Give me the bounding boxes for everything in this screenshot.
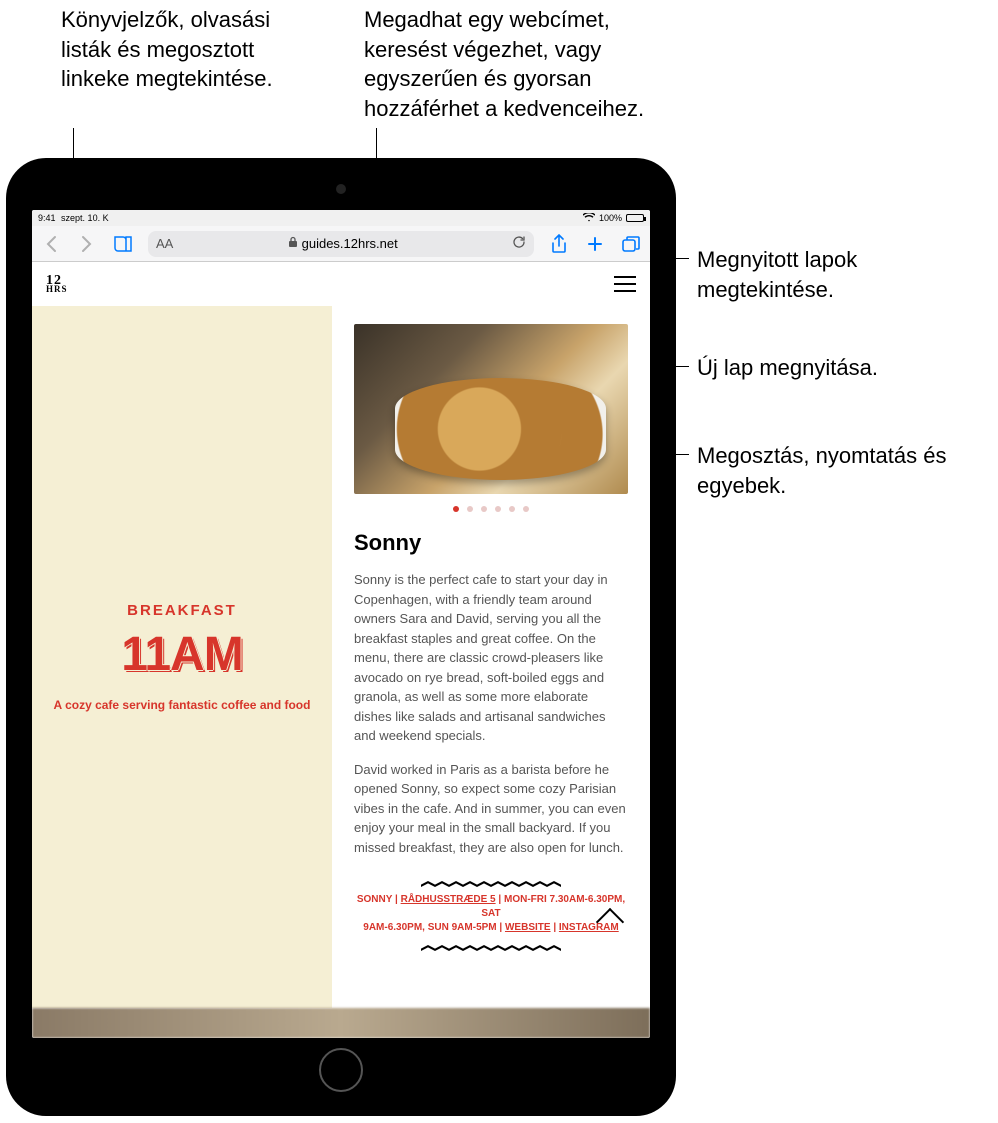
carousel-dots[interactable] [354,506,628,512]
address-link[interactable]: RÅDHUSSTRÆDE 5 [401,894,496,905]
info-line-2: 9AM-6.30PM, SUN 9AM-5PM | WEBSITE | INST… [354,921,628,935]
hamburger-menu-icon[interactable] [614,276,636,292]
info-line-1: SONNY | RÅDHUSSTRÆDE 5 | MON-FRI 7.30AM-… [354,893,628,921]
tabs-button[interactable] [620,233,642,255]
status-date: szept. 10. K [61,213,109,223]
callout-bookmarks: Könyvjelzők, olvasási listák és megoszto… [61,5,321,94]
breakfast-time: 11AM [121,627,242,682]
website-link[interactable]: WEBSITE [505,922,551,933]
left-pane: BREAKFAST 11AM A cozy cafe serving fanta… [32,306,332,1008]
lock-icon [288,236,298,251]
forward-button[interactable] [76,233,98,255]
bottom-image-strip [32,1008,650,1038]
back-button[interactable] [40,233,62,255]
webpage: 12 HRS BREAKFAST 11AM A cozy cafe servin… [32,262,650,1038]
site-logo[interactable]: 12 HRS [46,275,68,293]
status-bar: 9:41 szept. 10. K 100% [32,210,650,226]
address-bar[interactable]: AA guides.12hrs.net [148,231,534,257]
breakfast-sub: A cozy cafe serving fantastic coffee and… [54,698,311,712]
screen: 9:41 szept. 10. K 100% [32,210,650,1038]
status-time: 9:41 [38,213,56,223]
callout-tabs: Megnyitott lapok megtekintése. [697,245,997,304]
hero-photo[interactable] [354,324,628,494]
url-text: guides.12hrs.net [302,236,398,251]
safari-toolbar: AA guides.12hrs.net [32,226,650,262]
divider-wave-2 [421,945,561,951]
new-tab-button[interactable] [584,233,606,255]
battery-icon [626,214,644,222]
breakfast-label: BREAKFAST [127,602,237,619]
home-button[interactable] [319,1048,363,1092]
wifi-icon [583,213,595,224]
status-right: 100% [583,213,644,224]
reload-button[interactable] [512,235,526,252]
right-pane: Sonny Sonny is the perfect cafe to start… [332,306,650,1008]
page-header: 12 HRS [32,262,650,306]
text-size-button[interactable]: AA [156,236,173,251]
status-left: 9:41 szept. 10. K [38,213,109,223]
camera-dot [336,184,346,194]
page-body: BREAKFAST 11AM A cozy cafe serving fanta… [32,306,650,1008]
callout-share: Megosztás, nyomtatás és egyebek. [697,441,997,500]
article-title: Sonny [354,530,628,556]
bookmarks-button[interactable] [112,233,134,255]
share-button[interactable] [548,233,570,255]
callout-address: Megadhat egy webcímet, keresést végezhet… [364,5,684,124]
callout-newtab: Új lap megnyitása. [697,353,997,383]
article-p2: David worked in Paris as a barista befor… [354,760,628,858]
battery-pct: 100% [599,213,622,223]
ipad-device: 9:41 szept. 10. K 100% [6,158,676,1116]
article-body: Sonny is the perfect cafe to start your … [354,570,628,871]
article-p1: Sonny is the perfect cafe to start your … [354,570,628,746]
divider-wave [421,881,561,887]
